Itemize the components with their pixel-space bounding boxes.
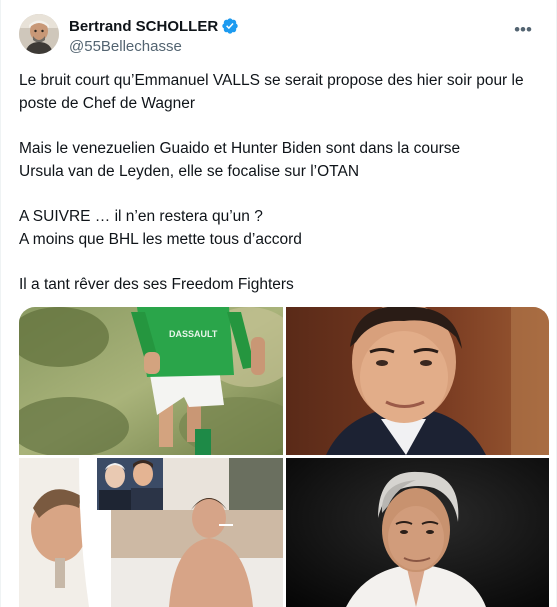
author-handle[interactable]: @55Bellechasse xyxy=(69,38,239,55)
tweet-text-line: Il a tant rêver des ses Freedom Fighters xyxy=(19,276,294,293)
verified-badge-icon[interactable] xyxy=(221,17,239,35)
avatar[interactable] xyxy=(19,14,59,54)
tweet-card[interactable]: Bertrand SCHOLLER @55Bellechasse ••• Le … xyxy=(0,0,557,607)
author-block: Bertrand SCHOLLER @55Bellechasse xyxy=(69,16,239,55)
tweet-header: Bertrand SCHOLLER @55Bellechasse ••• xyxy=(19,14,538,58)
tweet-text-line: A moins que BHL les mette tous d’accord xyxy=(19,231,302,248)
media-photo-2[interactable] xyxy=(286,307,549,455)
media-grid: DASSAULT xyxy=(19,307,549,607)
tweet-text: Le bruit court qu’Emmanuel VALLS se sera… xyxy=(19,69,549,296)
tweet-text-line: Le bruit court qu’Emmanuel VALLS se sera… xyxy=(19,72,524,112)
tweet-text-line: A SUIVRE … il n’en restera qu’un ? xyxy=(19,208,263,225)
media-photo-1[interactable]: DASSAULT xyxy=(19,307,283,455)
more-horizontal-icon: ••• xyxy=(514,19,532,39)
media-photo-3[interactable] xyxy=(19,458,283,607)
tweet-text-line: Mais le venezuelien Guaido et Hunter Bid… xyxy=(19,140,461,157)
jersey-text: DASSAULT xyxy=(169,329,218,339)
tweet-text-line: Ursula van de Leyden, elle se focalise s… xyxy=(19,163,360,180)
more-options-button[interactable]: ••• xyxy=(508,14,538,44)
media-photo-4[interactable] xyxy=(286,458,549,607)
author-display-name[interactable]: Bertrand SCHOLLER xyxy=(69,18,218,35)
